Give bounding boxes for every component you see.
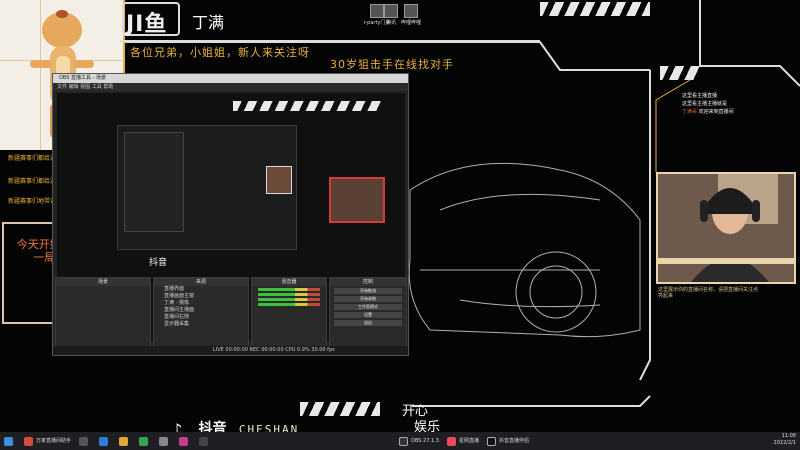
obs-window[interactable]: OBS 直播工具 - 场景 文件 编辑 视图 工具 帮助 抖音 场景 来源 直播… [52, 73, 409, 356]
control-button[interactable]: 开始录制 [334, 296, 402, 302]
banner-subtitle: 30岁狙击手在线找对手 [330, 58, 454, 71]
source-item[interactable]: 直播间主播面 [154, 307, 248, 314]
taskbar-item[interactable] [115, 432, 135, 450]
source-item[interactable]: 丁满 - 摄像 [154, 300, 248, 307]
app-icon [179, 436, 189, 446]
mixer-panel[interactable]: 混音器 [251, 277, 327, 347]
source-item[interactable]: 显示器采集 [154, 321, 248, 328]
chat-message: 丁满哥 欢迎来到直播间 [682, 108, 782, 116]
obs-titlebar[interactable]: OBS 直播工具 - 场景 [53, 74, 408, 83]
tiktok-note-icon: ♪ [172, 420, 183, 432]
controls-panel[interactable]: 控制 开始推流 开始录制 工作室模式 设置 退出 [329, 277, 407, 347]
panel-header: 场景 [56, 278, 150, 286]
app-icon [99, 436, 109, 446]
preview-tiktok-label: 抖音 [149, 258, 168, 268]
system-clock[interactable]: 11:08 2022/2/1 [774, 433, 796, 447]
app-icon [24, 436, 33, 446]
taskbar-item[interactable] [175, 432, 195, 450]
taskbar-item[interactable] [95, 432, 115, 450]
scenes-panel[interactable]: 场景 [55, 277, 151, 347]
audio-meter [258, 293, 320, 296]
taskbar-label: OBS 27.1.3 [411, 438, 439, 444]
control-button[interactable]: 退出 [334, 320, 402, 326]
control-button[interactable]: 工作室模式 [334, 304, 402, 310]
app-icon [79, 436, 89, 446]
tiktok-icon [486, 436, 496, 446]
chat-user: 丁满哥 [682, 109, 698, 115]
app-icon [446, 436, 456, 446]
webcam-feed [656, 172, 796, 284]
taskbar-label: 星网直播 [458, 438, 479, 444]
streamer-portrait-icon [658, 174, 794, 282]
source-item[interactable]: 直播界面 [154, 286, 248, 293]
preview-cam-selected[interactable] [329, 177, 385, 223]
audio-meter [258, 288, 320, 291]
desktop-overlay: r-party门头 腾讯 哔哩哔哩 JI鱼 丁满 各位兄弟，小姐姐，新人来关注呀… [0, 0, 800, 432]
obs-statusbar: LIVE 00:00:00 REC 00:00:00 CPU 0.9% 30.0… [53, 346, 408, 355]
nested-preview [117, 125, 297, 250]
taskbar-item[interactable] [75, 432, 95, 450]
audio-meter [258, 298, 320, 301]
app-icon [199, 436, 209, 446]
tiktok-brand: 抖音 [198, 421, 227, 432]
tiktok-english: CHESHAN [238, 423, 300, 432]
source-item[interactable]: 直播画面主窗 [154, 293, 248, 300]
tiktok-logo: ♪ 抖音 CHESHAN [172, 418, 299, 432]
taskbar-label: 万家直播间助手 [36, 438, 72, 444]
happy-text: 开心 娱乐 [402, 404, 440, 432]
taskbar-item[interactable] [135, 432, 155, 450]
taskbar-label: 抖音直播伴侣 [498, 438, 529, 444]
taskbar-item[interactable] [155, 432, 175, 450]
windows-icon [4, 436, 13, 446]
chat-feed: 这里看主播直播 这里看主播主播就是 丁满哥 欢迎来到直播间 [682, 92, 782, 116]
streamer-name: 丁满 [192, 13, 225, 32]
banner-divider [120, 40, 540, 42]
obs-menubar[interactable]: 文件 编辑 视图 工具 帮助 [53, 83, 408, 91]
taskbar-item[interactable]: 抖音直播伴侣 [483, 432, 533, 450]
nested-obs [124, 132, 184, 232]
panel-header: 控制 [330, 278, 406, 286]
sources-panel[interactable]: 来源 直播界面 直播画面主窗 丁满 - 摄像 直播间主播面 直播间右侧 显示器采… [153, 277, 249, 347]
cam-note: 这里展示你的直播间名称，请把直播间关注点亮起来 [658, 287, 759, 299]
taskbar: 万家直播间助手 OBS 27.1.3 星网直播 抖音直播伴侣 11:08 202… [0, 432, 800, 450]
taskbar-item[interactable]: 万家直播间助手 [20, 432, 75, 450]
taskbar-item[interactable] [195, 432, 215, 450]
clock-time: 11:08 [781, 433, 796, 439]
audio-meter [258, 303, 320, 306]
obs-icon [399, 436, 409, 446]
control-button[interactable]: 设置 [334, 312, 402, 318]
taskbar-item[interactable]: 星网直播 [443, 432, 483, 450]
app-icon [159, 436, 169, 446]
app-icon [139, 436, 149, 446]
panel-header: 来源 [154, 278, 248, 286]
happy-line: 娱乐 [414, 420, 441, 432]
chat-message: 这里看主播直播 [682, 93, 718, 99]
control-button[interactable]: 开始推流 [334, 288, 402, 294]
banner-slogan: 各位兄弟，小姐姐，新人来关注呀 [130, 46, 310, 59]
happy-line: 开心 [402, 404, 429, 419]
taskbar-item[interactable]: OBS 27.1.3 [395, 432, 443, 450]
start-button[interactable] [0, 432, 20, 450]
chat-text: 欢迎来到直播间 [698, 109, 734, 115]
app-icon [119, 436, 129, 446]
chat-message: 这里看主播主播就是 [682, 101, 728, 107]
nested-cam [266, 166, 292, 194]
source-item[interactable]: 直播间右侧 [154, 314, 248, 321]
streamer-logo: JI鱼 [126, 12, 168, 37]
clock-date: 2022/2/1 [773, 440, 796, 446]
decor-stripe [233, 101, 383, 111]
panel-header: 混音器 [252, 278, 326, 286]
